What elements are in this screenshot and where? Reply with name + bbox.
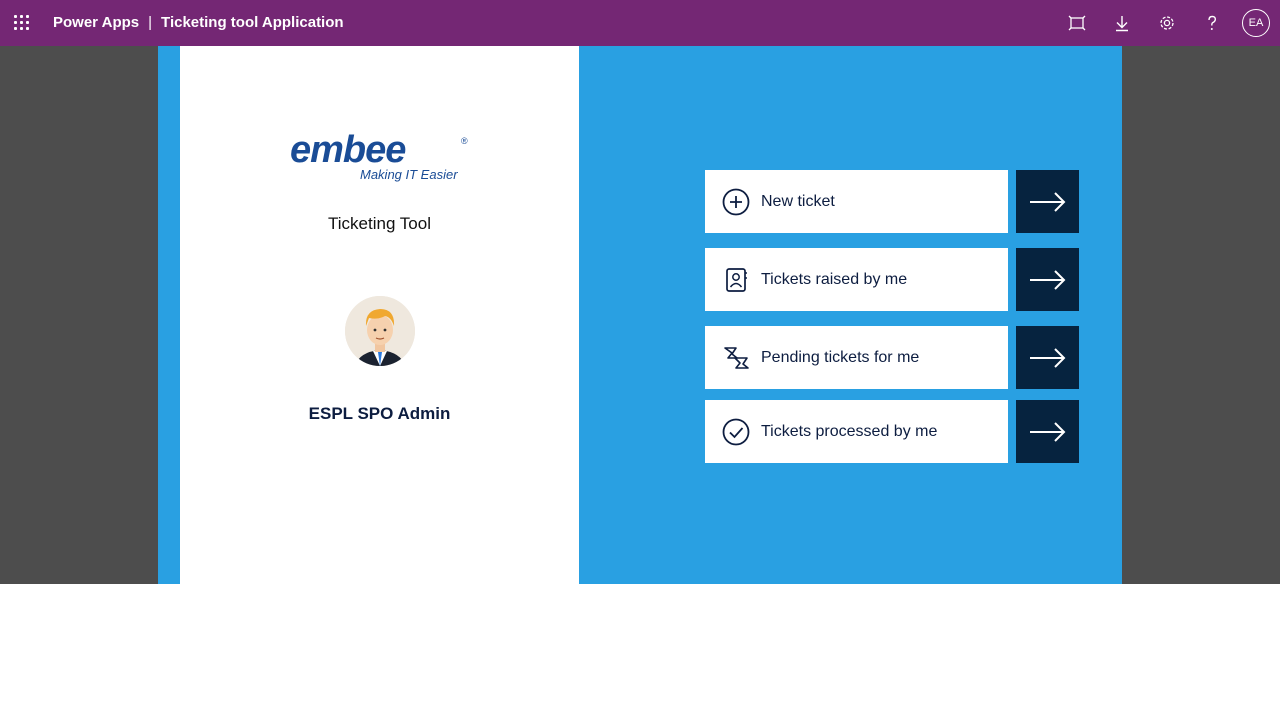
- new-ticket-button[interactable]: New ticket: [705, 170, 1008, 233]
- check-circle-icon: [721, 417, 751, 447]
- left-panel: embee ® Making IT Easier Ticketing Tool: [180, 46, 579, 584]
- add-circle-icon: [721, 187, 751, 217]
- app-header: Power Apps | Ticketing tool Application EA: [0, 0, 1280, 46]
- logo-text: embee: [290, 132, 406, 171]
- app-canvas: embee ® Making IT Easier Ticketing Tool: [158, 46, 1122, 584]
- tickets-raised-arrow-button[interactable]: [1016, 248, 1079, 311]
- logo-registered-mark: ®: [461, 136, 468, 146]
- arrow-right-icon: [1029, 347, 1065, 368]
- new-ticket-label: New ticket: [761, 192, 835, 210]
- tool-title: Ticketing Tool: [328, 214, 431, 233]
- pending-tickets-label: Pending tickets for me: [761, 348, 920, 366]
- app-stage: embee ® Making IT Easier Ticketing Tool: [0, 46, 1280, 584]
- new-ticket-arrow-button[interactable]: [1016, 170, 1079, 233]
- help-icon[interactable]: [1202, 13, 1222, 33]
- switch-icon: [721, 343, 751, 373]
- user-profile-photo: [345, 296, 415, 366]
- tickets-raised-button[interactable]: Tickets raised by me: [705, 248, 1008, 311]
- tickets-processed-arrow-button[interactable]: [1016, 400, 1079, 463]
- contact-card-icon: [721, 265, 751, 295]
- embee-logo: embee ® Making IT Easier: [288, 129, 472, 184]
- arrow-right-icon: [1029, 191, 1065, 212]
- app-title: Ticketing tool Application: [161, 14, 344, 31]
- tickets-processed-label: Tickets processed by me: [761, 422, 938, 440]
- title-separator: |: [148, 14, 153, 31]
- pending-tickets-button[interactable]: Pending tickets for me: [705, 326, 1008, 389]
- user-avatar[interactable]: EA: [1242, 9, 1270, 37]
- tickets-raised-label: Tickets raised by me: [761, 270, 908, 288]
- arrow-right-icon: [1029, 269, 1065, 290]
- user-name: ESPL SPO Admin: [308, 404, 451, 423]
- download-icon[interactable]: [1112, 13, 1132, 33]
- app-name: Power Apps: [53, 14, 140, 31]
- settings-gear-icon[interactable]: [1157, 13, 1177, 33]
- arrow-right-icon: [1029, 421, 1065, 442]
- pending-tickets-arrow-button[interactable]: [1016, 326, 1079, 389]
- fit-to-screen-icon[interactable]: [1067, 13, 1087, 33]
- logo-tagline: Making IT Easier: [360, 167, 458, 182]
- tickets-processed-button[interactable]: Tickets processed by me: [705, 400, 1008, 463]
- app-title-bar: Power Apps | Ticketing tool Application: [53, 14, 344, 31]
- waffle-icon[interactable]: [14, 15, 30, 31]
